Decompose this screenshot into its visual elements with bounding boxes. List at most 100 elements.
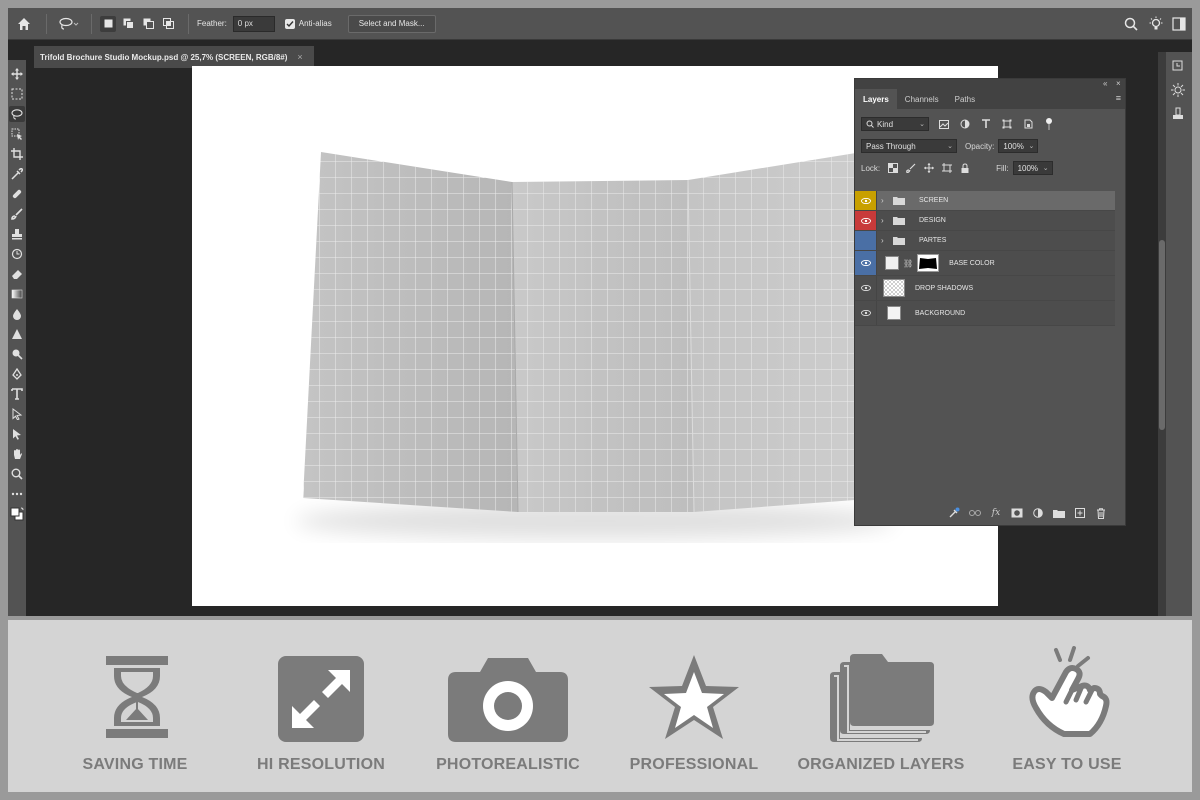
adjustments-panel-icon[interactable] bbox=[1170, 82, 1186, 98]
rectangle-tool-icon[interactable] bbox=[9, 426, 25, 442]
dodge-tool-icon[interactable] bbox=[9, 346, 25, 362]
tab-layers[interactable]: Layers bbox=[855, 89, 897, 109]
delete-layer-icon[interactable] bbox=[1095, 507, 1107, 519]
filter-smart-object-icon[interactable] bbox=[1022, 118, 1034, 130]
layer-row[interactable]: ⛓ BASE COLOR bbox=[855, 251, 1115, 276]
scrollbar-thumb[interactable] bbox=[1159, 240, 1165, 430]
lock-transparent-icon[interactable] bbox=[887, 163, 898, 174]
layer-name: BACKGROUND bbox=[915, 309, 966, 317]
expand-chevron-icon[interactable]: › bbox=[881, 236, 889, 245]
object-selection-tool-icon[interactable] bbox=[9, 126, 25, 142]
layer-row[interactable]: › PARTES bbox=[855, 231, 1115, 251]
marquee-tool-icon[interactable] bbox=[9, 86, 25, 102]
layer-row[interactable]: › SCREEN bbox=[855, 191, 1115, 211]
adjustment-layer-icon[interactable] bbox=[1032, 507, 1044, 519]
visibility-eye-icon[interactable] bbox=[855, 301, 877, 325]
layers-panel-footer: fx bbox=[855, 501, 1125, 525]
expand-chevron-icon[interactable]: › bbox=[881, 196, 889, 205]
visibility-eye-icon[interactable] bbox=[855, 211, 877, 230]
layer-mask-thumbnail[interactable] bbox=[917, 254, 940, 272]
eraser-tool-icon[interactable] bbox=[9, 266, 25, 282]
filter-adjustment-icon[interactable] bbox=[959, 118, 971, 130]
blur-tool-icon[interactable] bbox=[9, 306, 25, 322]
sharpen-tool-icon[interactable] bbox=[9, 326, 25, 342]
new-selection-icon[interactable] bbox=[100, 15, 116, 32]
home-icon[interactable] bbox=[10, 17, 38, 31]
select-and-mask-button[interactable]: Select and Mask... bbox=[347, 14, 436, 33]
separator bbox=[91, 13, 92, 34]
blend-mode-dropdown[interactable]: Pass Through ⌄ bbox=[861, 139, 957, 153]
close-panel-icon[interactable]: × bbox=[1116, 79, 1121, 88]
share-layer-icon[interactable] bbox=[948, 507, 960, 519]
link-chain-icon[interactable]: ⛓ bbox=[903, 259, 913, 268]
healing-brush-tool-icon[interactable] bbox=[9, 186, 25, 202]
history-panel-icon[interactable] bbox=[1170, 58, 1186, 74]
link-layers-icon[interactable] bbox=[969, 507, 981, 519]
collapse-panel-icon[interactable]: « bbox=[1103, 79, 1107, 88]
new-layer-icon[interactable] bbox=[1074, 507, 1086, 519]
document-tab-bar: Trifold Brochure Studio Mockup.psd @ 25,… bbox=[30, 40, 1170, 68]
visibility-eye-icon[interactable] bbox=[855, 191, 877, 210]
layer-row[interactable]: › DESIGN bbox=[855, 211, 1115, 231]
layer-row[interactable]: BACKGROUND bbox=[855, 301, 1115, 326]
workspace-icon[interactable] bbox=[1172, 17, 1186, 31]
hand-tool-icon[interactable] bbox=[9, 446, 25, 462]
crop-tool-icon[interactable] bbox=[9, 146, 25, 162]
color-swatches-icon[interactable] bbox=[9, 506, 25, 522]
path-selection-tool-icon[interactable] bbox=[9, 406, 25, 422]
filter-toggle-icon[interactable] bbox=[1043, 118, 1055, 130]
zoom-tool-icon[interactable] bbox=[9, 466, 25, 482]
stacked-folders-icon bbox=[830, 654, 934, 742]
fill-input[interactable]: 100% ⌄ bbox=[1012, 161, 1053, 175]
lock-position-icon[interactable] bbox=[923, 163, 934, 174]
move-tool-icon[interactable] bbox=[9, 66, 25, 82]
add-mask-icon[interactable] bbox=[1011, 507, 1023, 519]
canvas-scrollbar[interactable] bbox=[1158, 52, 1166, 616]
eyedropper-tool-icon[interactable] bbox=[9, 166, 25, 182]
brush-settings-panel-icon[interactable] bbox=[1170, 106, 1186, 122]
filter-kind-dropdown[interactable]: Kind ⌄ bbox=[861, 117, 929, 131]
expand-chevron-icon[interactable]: › bbox=[881, 216, 889, 225]
lock-artboard-icon[interactable] bbox=[941, 163, 952, 174]
pen-tool-icon[interactable] bbox=[9, 366, 25, 382]
intersect-selection-icon[interactable] bbox=[160, 16, 176, 32]
tab-channels[interactable]: Channels bbox=[897, 89, 947, 109]
filter-shape-icon[interactable] bbox=[1001, 118, 1013, 130]
feature-label: PHOTOREALISTIC bbox=[436, 756, 580, 773]
mockup-frame: Feather: 0 px Anti-alias Select and Mask… bbox=[0, 0, 1200, 800]
folder-icon bbox=[893, 237, 905, 245]
layer-row[interactable]: DROP SHADOWS bbox=[855, 276, 1115, 301]
gradient-tool-icon[interactable] bbox=[9, 286, 25, 302]
document-tab[interactable]: Trifold Brochure Studio Mockup.psd @ 25,… bbox=[34, 46, 314, 68]
search-icon bbox=[866, 120, 874, 128]
visibility-toggle[interactable] bbox=[855, 231, 877, 250]
opacity-label: Opacity: bbox=[965, 141, 995, 151]
close-tab-icon[interactable]: × bbox=[297, 52, 302, 62]
lasso-tool-icon[interactable] bbox=[9, 106, 25, 122]
brush-tool-icon[interactable] bbox=[9, 206, 25, 222]
lock-all-icon[interactable] bbox=[959, 163, 970, 174]
add-selection-icon[interactable] bbox=[120, 16, 136, 32]
lasso-tool-icon[interactable] bbox=[55, 17, 83, 31]
filter-type-icon[interactable] bbox=[980, 118, 992, 130]
discover-lightbulb-icon[interactable] bbox=[1148, 16, 1164, 32]
new-group-icon[interactable] bbox=[1053, 507, 1065, 519]
visibility-eye-icon[interactable] bbox=[855, 251, 877, 275]
more-tools-icon[interactable] bbox=[9, 486, 25, 502]
lock-image-icon[interactable] bbox=[905, 163, 916, 174]
visibility-eye-icon[interactable] bbox=[855, 276, 877, 300]
clone-stamp-tool-icon[interactable] bbox=[9, 226, 25, 242]
antialias-checkbox[interactable] bbox=[284, 18, 295, 29]
layer-name: SCREEN bbox=[919, 197, 949, 204]
panel-menu-icon[interactable]: ≡ bbox=[1116, 93, 1121, 103]
layer-effects-icon[interactable]: fx bbox=[990, 507, 1002, 519]
opacity-input[interactable]: 100% ⌄ bbox=[998, 139, 1039, 153]
tab-paths[interactable]: Paths bbox=[947, 89, 983, 109]
subtract-selection-icon[interactable] bbox=[140, 16, 156, 32]
filter-pixel-icon[interactable] bbox=[938, 118, 950, 130]
history-brush-tool-icon[interactable] bbox=[9, 246, 25, 262]
type-tool-icon[interactable] bbox=[9, 386, 25, 402]
feature-label: ORGANIZED LAYERS bbox=[797, 756, 965, 773]
search-icon[interactable] bbox=[1124, 17, 1138, 31]
feather-input[interactable]: 0 px bbox=[232, 15, 275, 32]
